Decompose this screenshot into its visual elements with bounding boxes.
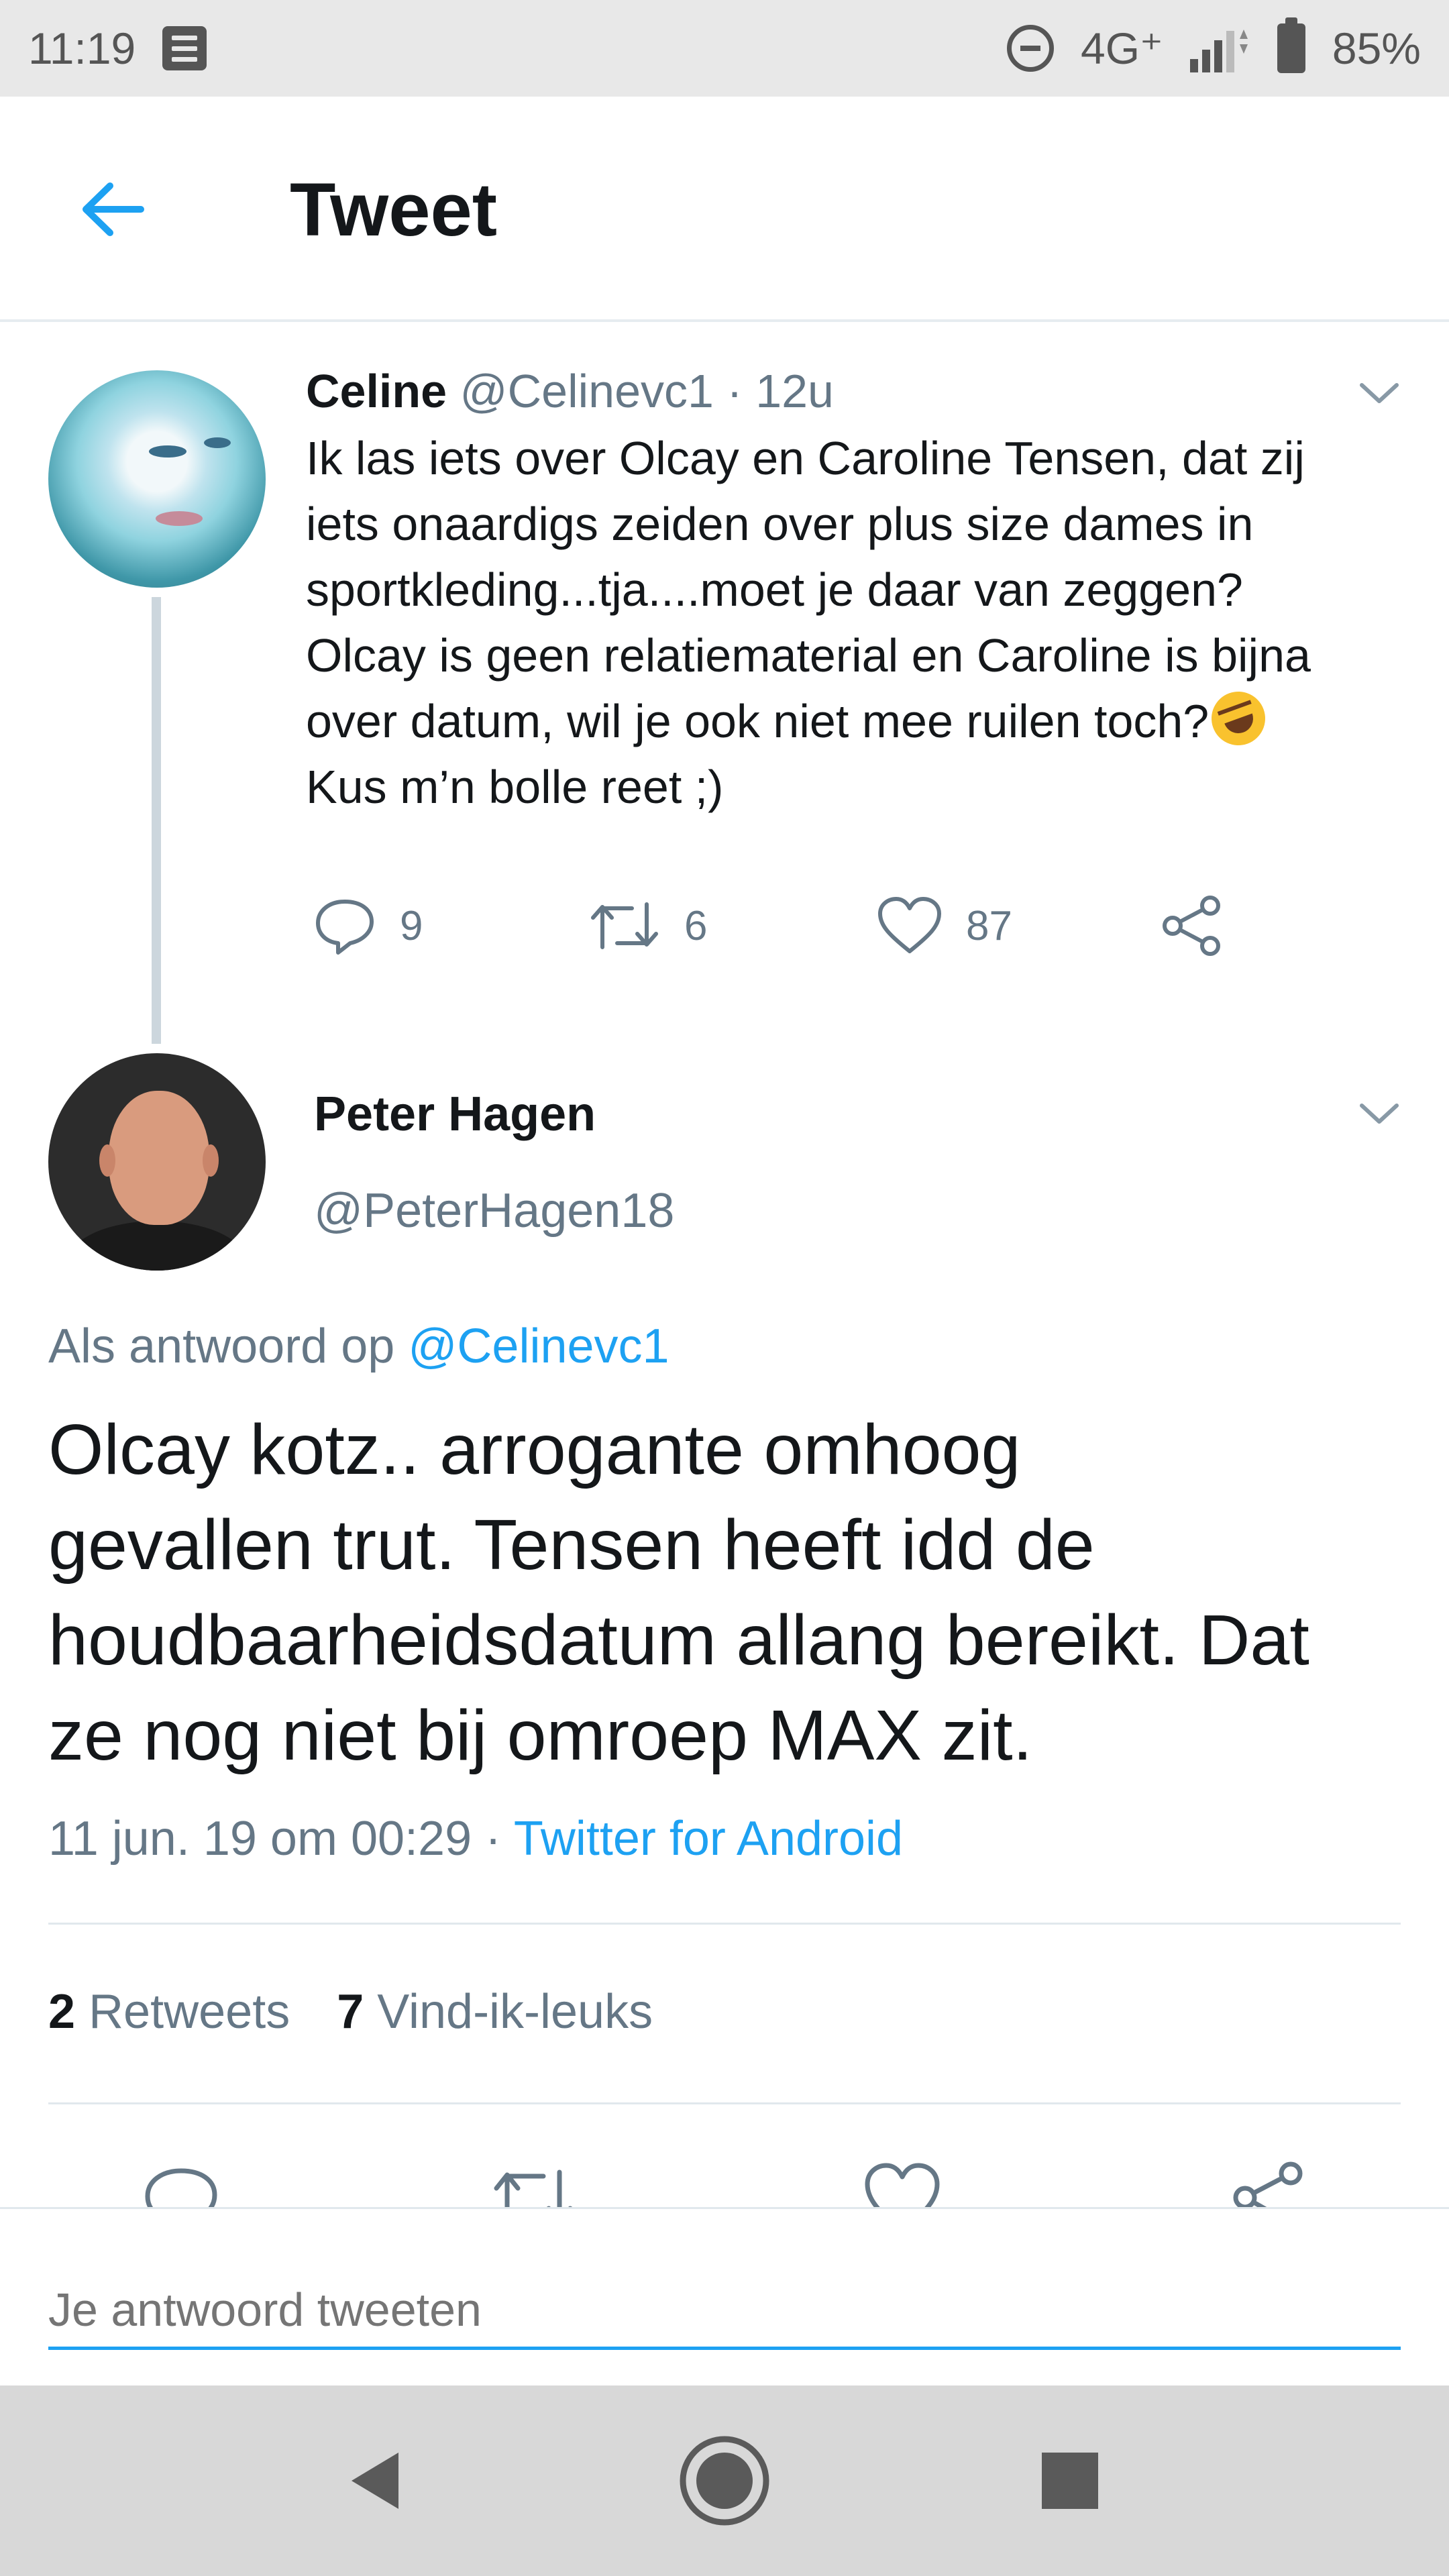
chevron-down-icon[interactable] <box>1358 1100 1401 1127</box>
back-button[interactable] <box>64 161 161 258</box>
reply-count: 9 <box>400 902 423 949</box>
avatar-detail <box>204 437 231 448</box>
tweet-text-line-with-emoji: over datum, wil je ook niet mee ruilen t… <box>306 684 1406 754</box>
reply-context-label: Als antwoord op <box>48 1320 395 1373</box>
like-count: 87 <box>966 902 1012 949</box>
retweets-stat[interactable]: 2 Retweets <box>48 1985 290 2039</box>
tweet-timestamp: 11 jun. 19 om 00:29 <box>48 1812 472 1866</box>
avatar-detail <box>68 1221 246 1271</box>
meta-separator: · <box>485 1812 502 1866</box>
tweet-text-line: over datum, wil je ook niet mee ruilen t… <box>306 695 1210 747</box>
byline-separator: · <box>727 365 743 417</box>
author-handle[interactable]: @PeterHagen18 <box>314 1183 674 1238</box>
parent-author-handle[interactable]: @Celinevc1 <box>460 365 714 417</box>
status-bar: 11:19 4G⁺ 85% <box>0 0 1449 97</box>
triangle-back-icon <box>352 2453 398 2509</box>
avatar-detail <box>156 511 203 526</box>
nav-home-button[interactable] <box>671 2427 778 2534</box>
avatar-peter-hagen[interactable] <box>48 1053 266 1271</box>
signal-icon <box>1189 30 1248 72</box>
likes-stat[interactable]: 7 Vind-ik-leuks <box>337 1985 653 2039</box>
tweet-source-link[interactable]: Twitter for Android <box>514 1812 903 1866</box>
likes-stat-label: Vind-ik-leuks <box>377 1985 653 2039</box>
battery-level: 85% <box>1332 23 1421 73</box>
tweet-text-line: Olcay kotz.. arrogante omhoog <box>48 1410 1021 1489</box>
tweet-text-line: iets onaardigs zeiden over plus size dam… <box>306 498 1254 550</box>
reply-icon <box>316 900 374 955</box>
do-not-disturb-icon <box>1007 25 1054 72</box>
divider <box>48 2102 1401 2104</box>
retweets-stat-label: Retweets <box>89 1985 290 2039</box>
share-icon[interactable] <box>1228 2159 1308 2207</box>
reply-button[interactable]: 9 <box>313 885 423 966</box>
parent-author-name[interactable]: Celine <box>306 365 447 417</box>
parent-tweet-actions: 9 6 87 <box>306 885 1312 966</box>
avatar-detail <box>149 445 186 458</box>
avatar-detail <box>109 1091 209 1225</box>
retweet-icon[interactable] <box>490 2159 577 2207</box>
system-nav-bar <box>0 2385 1449 2576</box>
reply-context: Als antwoord op @Celinevc1 <box>48 1319 669 1374</box>
nav-back-button[interactable] <box>322 2427 429 2534</box>
status-bar-right: 4G⁺ 85% <box>1007 17 1421 74</box>
tweet-text-line: Ik las iets over Olcay en Caroline Tense… <box>306 432 1305 484</box>
retweet-button[interactable]: 6 <box>588 885 707 966</box>
avatar-detail <box>99 1144 115 1177</box>
heart-icon <box>878 897 941 953</box>
reply-input[interactable] <box>48 2269 1401 2350</box>
chevron-down-icon[interactable] <box>1358 380 1401 407</box>
retweets-stat-count: 2 <box>48 1985 76 2039</box>
tweet-text-line: houdbaarheidsdatum allang bereikt. Dat <box>48 1601 1309 1680</box>
main-tweet-actions <box>0 2153 1449 2207</box>
like-button[interactable]: 87 <box>876 885 1012 966</box>
retweet-count: 6 <box>684 902 708 949</box>
main-tweet-text: Olcay kotz.. arrogante omhoog gevallen t… <box>48 1402 1417 1783</box>
tweet-text-line: ze nog niet bij omroep MAX zit. <box>48 1696 1033 1775</box>
heart-icon[interactable] <box>862 2159 943 2207</box>
battery-icon <box>1277 17 1305 73</box>
parent-tweet-byline: Celine @Celinevc1 · 12u <box>306 362 1406 420</box>
tweet-text-line: sportkleding...tja....moet je daar van z… <box>306 564 1243 616</box>
parent-tweet-header: Celine @Celinevc1 · 12u <box>306 362 1406 420</box>
retweet-icon <box>591 902 658 949</box>
tweet-text-line: Kus m’n bolle reet ;) <box>306 761 724 813</box>
rolling-laughing-emoji-icon <box>1203 684 1273 753</box>
tweet-text-line: Olcay is geen relatiematerial en Carolin… <box>306 629 1311 682</box>
author-name[interactable]: Peter Hagen <box>314 1087 596 1142</box>
reply-mention-link[interactable]: @Celinevc1 <box>408 1320 669 1373</box>
status-time: 11:19 <box>28 23 136 73</box>
page-title: Tweet <box>290 168 498 252</box>
divider <box>48 1923 1401 1925</box>
parent-tweet-age: 12u <box>755 365 834 417</box>
thread-connector <box>152 597 161 1044</box>
arrow-left-icon <box>83 182 144 236</box>
share-button[interactable] <box>1158 885 1225 966</box>
tweet-text-line: gevallen trut. Tensen heeft idd de <box>48 1505 1095 1585</box>
square-recents-icon <box>1042 2453 1098 2509</box>
app-bar: Tweet <box>0 97 1449 322</box>
home-circle-icon <box>680 2436 769 2526</box>
nav-recents-button[interactable] <box>1016 2427 1124 2534</box>
network-type: 4G⁺ <box>1081 23 1163 73</box>
reply-composer <box>0 2207 1449 2385</box>
tweet-meta: 11 jun. 19 om 00:29 · Twitter for Androi… <box>48 1811 903 1866</box>
share-icon <box>1163 896 1220 956</box>
notification-icon <box>162 26 207 70</box>
tweet-stats: 2 Retweets 7 Vind-ik-leuks <box>48 1984 653 2039</box>
parent-tweet-text[interactable]: Ik las iets over Olcay en Caroline Tense… <box>306 425 1406 820</box>
reply-icon[interactable] <box>141 2159 221 2207</box>
avatar-detail <box>203 1144 219 1177</box>
avatar-celine[interactable] <box>48 370 266 588</box>
status-bar-left: 11:19 <box>28 23 207 74</box>
likes-stat-count: 7 <box>337 1985 364 2039</box>
